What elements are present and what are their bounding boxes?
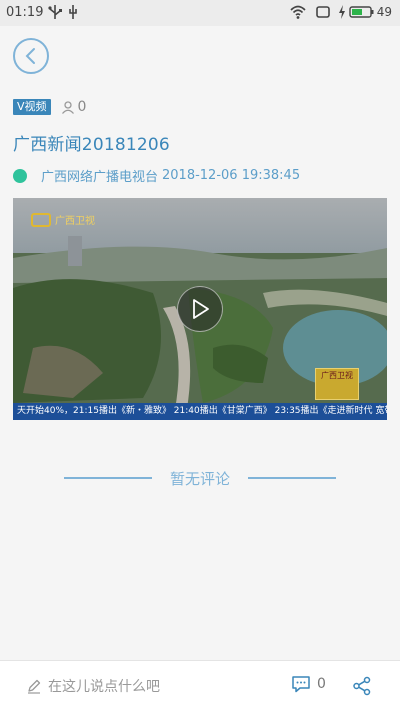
divider-right bbox=[247, 477, 336, 479]
channel-logo-text: 广西卫视 bbox=[55, 216, 95, 227]
battery-icon bbox=[349, 6, 374, 18]
publish-datetime: 2018-12-06 19:38:45 bbox=[162, 168, 301, 183]
share-icon bbox=[353, 676, 371, 696]
status-time: 01:19 bbox=[6, 5, 44, 20]
chevron-left-icon bbox=[25, 48, 35, 64]
share-button[interactable] bbox=[352, 676, 372, 700]
corner-badge: 广西卫视 bbox=[315, 368, 359, 400]
person-icon bbox=[61, 101, 74, 114]
article-title: 广西新闻20181206 bbox=[13, 135, 170, 155]
play-button[interactable] bbox=[177, 286, 223, 332]
source-avatar bbox=[13, 168, 27, 183]
channel-logo-mark bbox=[31, 212, 51, 227]
viewer-count: 0 bbox=[61, 99, 87, 115]
usb-icon bbox=[48, 5, 62, 19]
comment-icon bbox=[292, 676, 310, 693]
channel-logo: 广西卫视 bbox=[31, 212, 95, 227]
divider-left bbox=[64, 477, 152, 479]
comment-input[interactable]: 在这儿说点什么吧 bbox=[26, 676, 160, 696]
source-name[interactable]: 广西网络广播电视台 bbox=[41, 166, 158, 185]
comment-count: 0 bbox=[317, 676, 326, 692]
news-ticker: 天开始40%，21:15播出《新・雅致》 21:40播出《甘棠广西》 23:35… bbox=[13, 403, 387, 420]
status-bar: 01:19 49 bbox=[0, 0, 400, 26]
wifi-icon bbox=[290, 5, 306, 19]
battery-percent: 49 bbox=[376, 5, 392, 19]
usb-debug-icon bbox=[69, 5, 77, 19]
video-tag: V视频 bbox=[13, 99, 51, 115]
source-row: 广西网络广播电视台 2018-12-06 19:38:45 bbox=[13, 166, 300, 185]
bottom-bar: 在这儿说点什么吧 0 bbox=[0, 660, 400, 711]
back-button[interactable] bbox=[13, 38, 49, 74]
viewer-count-value: 0 bbox=[77, 99, 87, 115]
screen-icon bbox=[316, 6, 330, 18]
charging-icon bbox=[339, 5, 345, 19]
no-comments-text: 暂无评论 bbox=[169, 469, 230, 488]
comments-empty-state: 暂无评论 bbox=[64, 466, 336, 490]
play-icon bbox=[193, 299, 209, 319]
video-player[interactable]: 广西卫视 广西卫视 天开始40%，21:15播出《新・雅致》 21:40播出《甘… bbox=[13, 198, 387, 420]
pencil-icon bbox=[28, 679, 41, 694]
comment-input-placeholder: 在这儿说点什么吧 bbox=[48, 679, 160, 695]
meta-row: V视频 0 bbox=[13, 98, 86, 116]
comments-button[interactable]: 0 bbox=[291, 675, 326, 693]
